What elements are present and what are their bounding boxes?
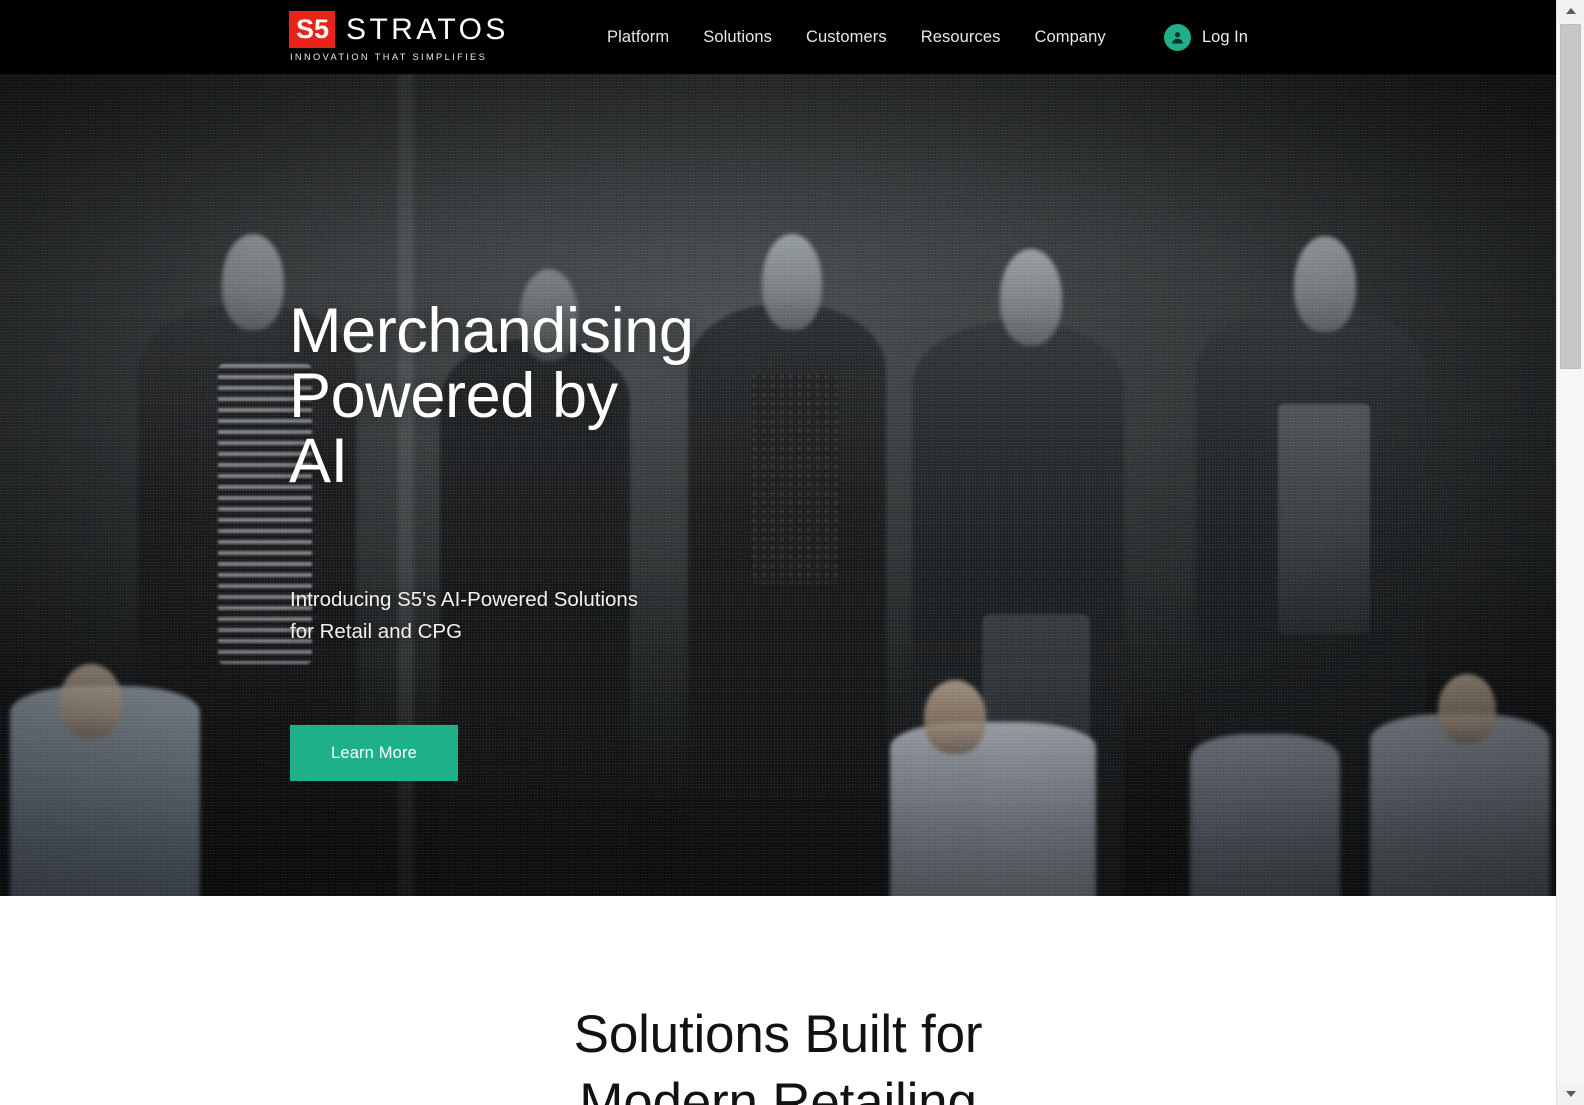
learn-more-button[interactable]: Learn More: [290, 725, 458, 781]
shopper-head: [924, 680, 986, 754]
hero-background-image: [0, 74, 1556, 896]
mannequin-hoodie: [1278, 404, 1370, 634]
page-viewport: S5 STRATOS INNOVATION THAT SIMPLIFIES Pl…: [0, 0, 1556, 1105]
nav-item-solutions[interactable]: Solutions: [686, 0, 789, 74]
mannequin-head: [762, 234, 822, 330]
hero-subtitle: Introducing S5's AI-Powered Solutions fo…: [290, 588, 639, 643]
login-button[interactable]: Log In: [1164, 0, 1248, 74]
mannequin-head: [1294, 236, 1356, 332]
hero-title: Merchandising Powered by AI: [289, 296, 694, 496]
logo-wordmark-stratos: STRATOS: [346, 13, 509, 46]
scroll-up-arrow-icon[interactable]: [1557, 0, 1584, 22]
site-header: S5 STRATOS INNOVATION THAT SIMPLIFIES Pl…: [0, 0, 1556, 74]
mannequin-head: [222, 234, 284, 330]
nav-item-platform[interactable]: Platform: [590, 0, 686, 74]
login-label: Log In: [1202, 27, 1248, 46]
scroll-down-triangle: [1565, 1091, 1576, 1097]
shopper-head: [1228, 696, 1284, 764]
main-navigation: Platform Solutions Customers Resources C…: [590, 0, 1123, 74]
mannequin-head: [1000, 249, 1062, 345]
nav-item-company[interactable]: Company: [1017, 0, 1122, 74]
mannequin-patterned-shirt: [752, 374, 838, 584]
shopper-head: [1438, 674, 1496, 744]
page-scrollbar[interactable]: [1556, 0, 1584, 1105]
site-logo[interactable]: S5 STRATOS INNOVATION THAT SIMPLIFIES: [289, 11, 505, 65]
solutions-section: Solutions Built for Modern Retailing: [0, 896, 1556, 1105]
scroll-up-triangle: [1565, 8, 1576, 14]
section-title: Solutions Built for Modern Retailing: [573, 1005, 983, 1105]
logo-mark-s5: S5: [289, 11, 336, 48]
logo-row: S5 STRATOS: [289, 11, 505, 48]
user-avatar-icon: [1164, 23, 1191, 51]
shopper-head: [60, 664, 122, 738]
shopper-figure: [890, 722, 1096, 896]
scroll-down-arrow-icon[interactable]: [1557, 1083, 1584, 1105]
nav-item-customers[interactable]: Customers: [789, 0, 904, 74]
hero-section: Merchandising Powered by AI Introducing …: [0, 74, 1556, 896]
scrollbar-thumb[interactable]: [1560, 24, 1581, 369]
logo-tagline: INNOVATION THAT SIMPLIFIES: [290, 52, 488, 62]
nav-item-resources[interactable]: Resources: [904, 0, 1018, 74]
